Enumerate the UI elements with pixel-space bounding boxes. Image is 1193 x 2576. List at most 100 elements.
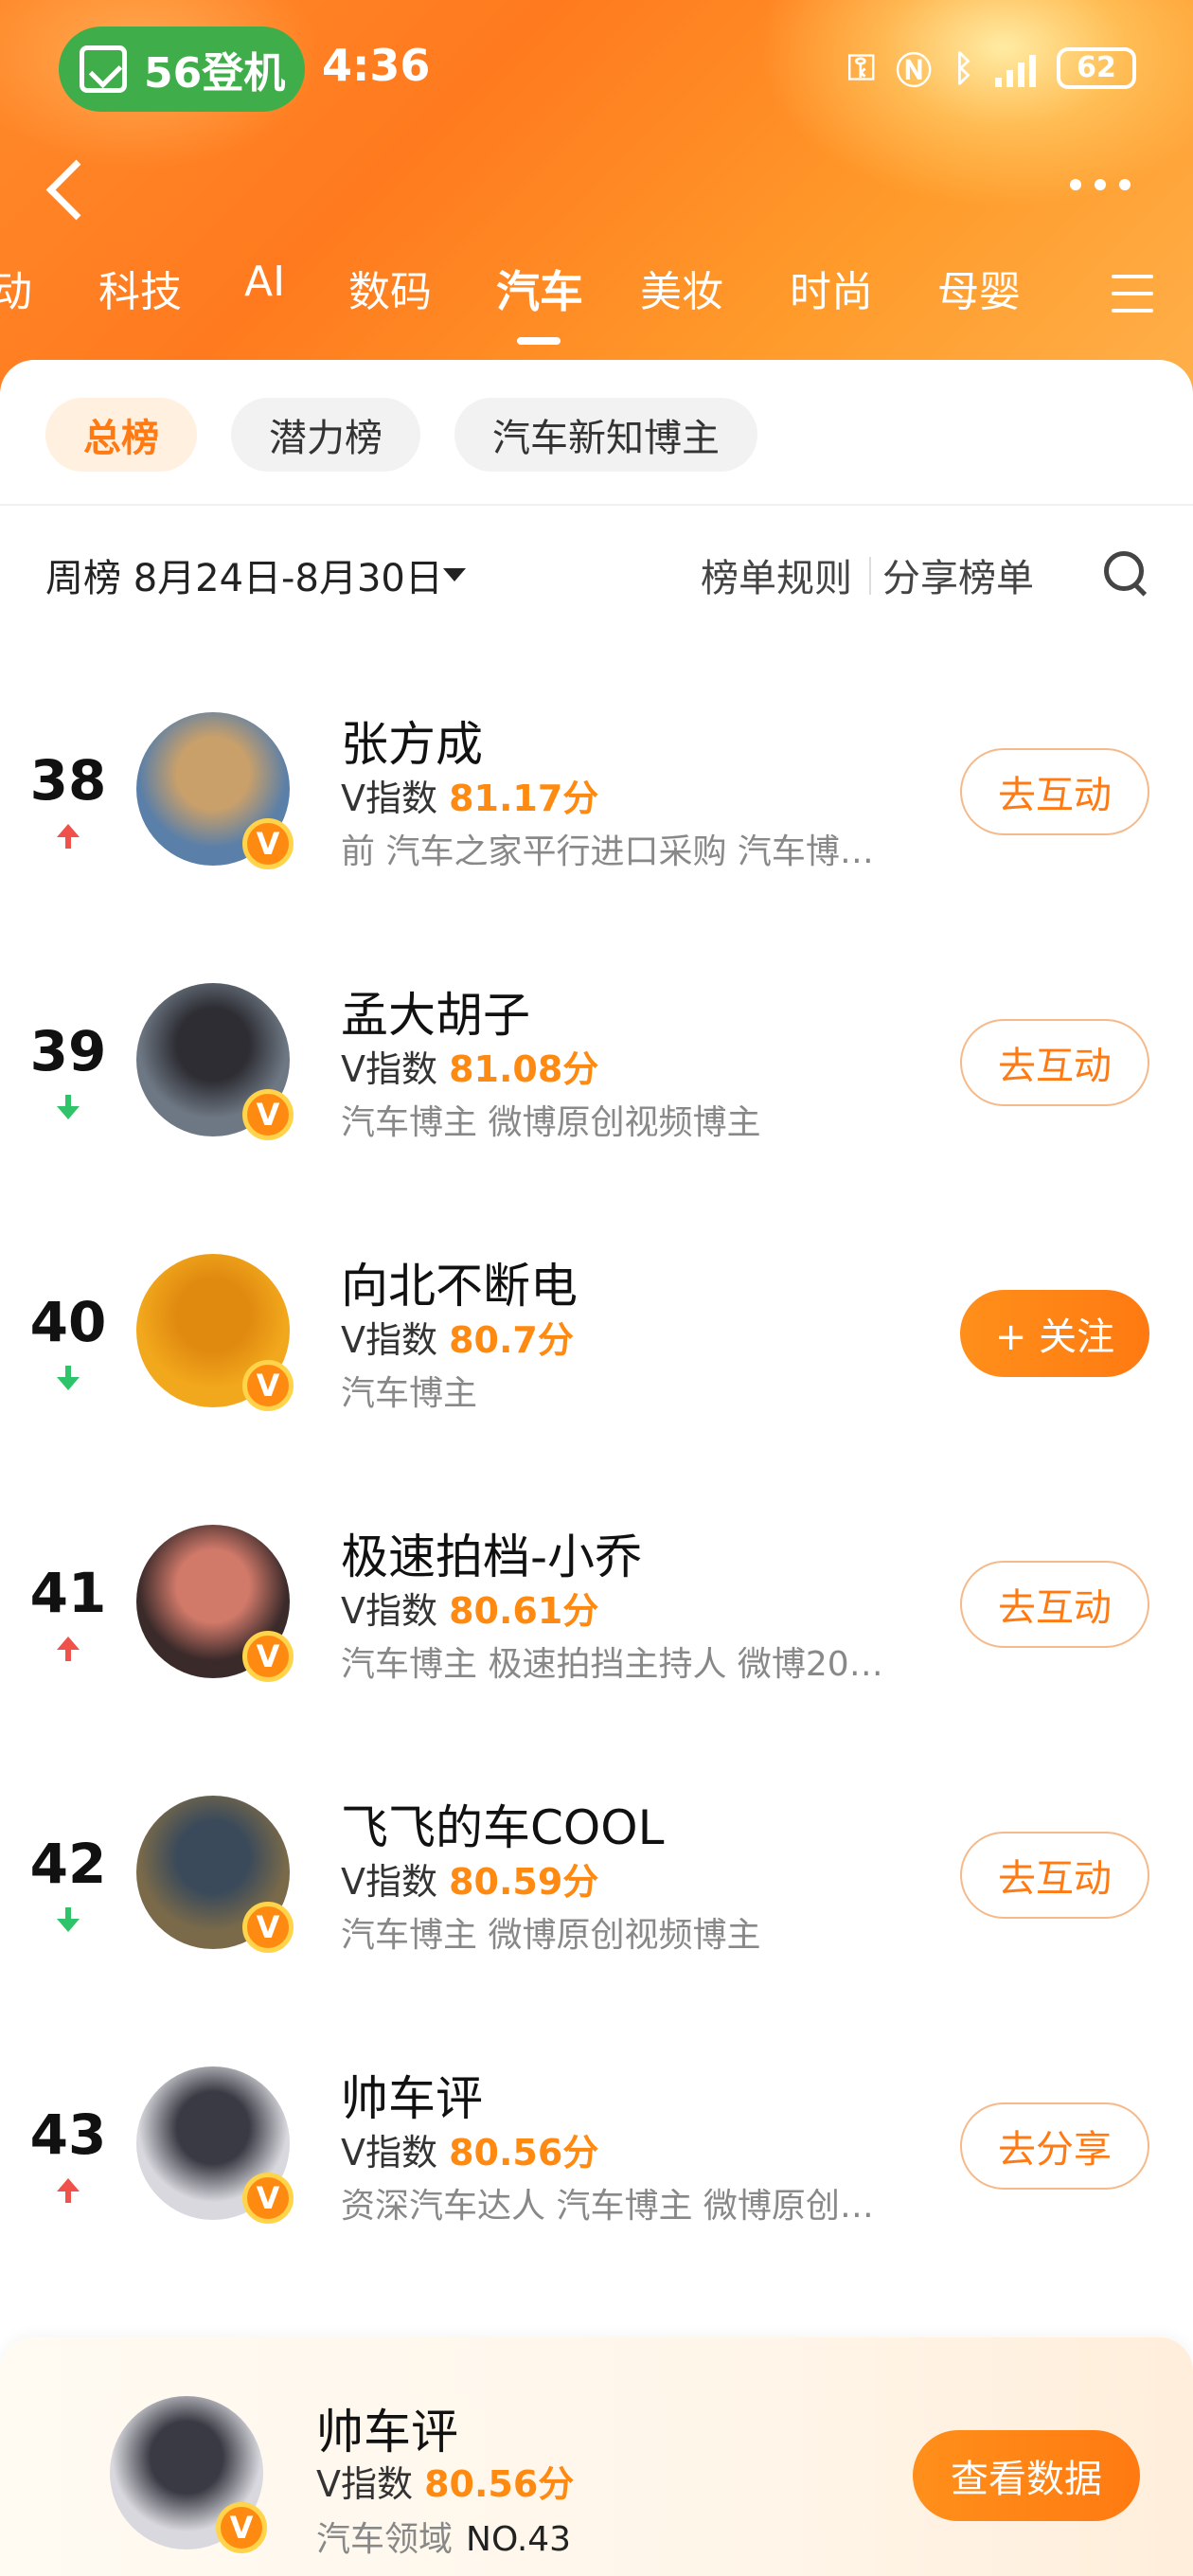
user-description: 汽车博主 微博原创视频博主 bbox=[341, 1916, 761, 1955]
user-name[interactable]: 张方成 bbox=[341, 707, 483, 775]
avatar[interactable]: V bbox=[136, 2066, 294, 2224]
verified-icon: V bbox=[242, 818, 294, 869]
back-icon[interactable] bbox=[38, 159, 95, 216]
tab-category[interactable]: 科技 bbox=[98, 258, 182, 318]
list-item[interactable]: 43 V 帅车评V指数 80.56分资深汽车达人 汽车博主 微博原创视频博主 去分享 bbox=[0, 2027, 1193, 2298]
v-index-score: 80.56分 bbox=[449, 2132, 599, 2174]
interact-button[interactable]: 去互动 bbox=[960, 1019, 1149, 1106]
status-icons: ⚿ Ⓝ ᛒ 62 bbox=[847, 42, 1136, 94]
verified-icon: V bbox=[242, 1089, 294, 1140]
interact-button[interactable]: 去互动 bbox=[960, 1832, 1149, 1919]
arrow-down-icon bbox=[57, 1095, 80, 1121]
user-description: 汽车博主 极速拍挡主持人 微博2023年度汽车博主 bbox=[341, 1645, 890, 1684]
avatar[interactable]: V bbox=[136, 1525, 294, 1682]
active-tab-indicator bbox=[517, 337, 561, 345]
list-item[interactable]: 39 V 孟大胡子 V指数 81.08分汽车博主 微博原创视频博主 去互动 bbox=[0, 943, 1193, 1214]
domain-label: 汽车领域 bbox=[316, 2520, 454, 2559]
sub-tab[interactable]: 总榜 bbox=[45, 398, 197, 472]
status-time: 4:36 bbox=[322, 40, 431, 91]
menu-icon[interactable] bbox=[1112, 275, 1153, 313]
v-index-score: 80.7分 bbox=[449, 1319, 574, 1361]
tab-category[interactable]: AI bbox=[244, 258, 285, 306]
arrow-up-icon bbox=[57, 1637, 80, 1663]
avatar[interactable]: V bbox=[136, 712, 294, 869]
list-item[interactable]: 40 V 向北不断电 V指数 80.7分汽车博主 + 关注 bbox=[0, 1214, 1193, 1485]
verified-icon: V bbox=[242, 2173, 294, 2224]
caret-down-icon[interactable] bbox=[443, 568, 466, 581]
v-index-score: 81.17分 bbox=[449, 778, 599, 819]
tab-category[interactable]: 汽车 bbox=[496, 258, 583, 320]
view-data-button[interactable]: 查看数据 bbox=[913, 2430, 1140, 2521]
user-name[interactable]: 帅车评 bbox=[341, 2061, 483, 2129]
v-index: V指数 80.59分 bbox=[341, 1852, 598, 1905]
verified-icon: V bbox=[242, 1360, 294, 1411]
list-item[interactable]: 42 V 飞飞的车COOL V指数 80.59分汽车博主 微博原创视频博主 去互动 bbox=[0, 1756, 1193, 2027]
interact-button[interactable]: 去互动 bbox=[960, 1561, 1149, 1648]
v-index-label: V指数 bbox=[341, 1861, 437, 1903]
user-description: 汽车博主 微博原创视频博主 bbox=[341, 1103, 761, 1142]
user-description: 资深汽车达人 汽车博主 微博原创视频博主 bbox=[341, 2187, 890, 2226]
avatar[interactable]: V bbox=[136, 1796, 294, 1953]
my-rank-card: V 帅车评 V指数 80.56分 汽车领域 NO.43 查看数据 bbox=[0, 2337, 1193, 2576]
rank-number: 40 bbox=[29, 1290, 107, 1354]
app-status-pill[interactable]: 56登机 bbox=[59, 27, 305, 112]
tab-category[interactable]: 母婴 bbox=[937, 258, 1021, 318]
rank-no: NO.43 bbox=[466, 2520, 572, 2559]
arrow-up-icon bbox=[57, 2178, 80, 2205]
my-domain-rank: 汽车领域 NO.43 bbox=[316, 2512, 571, 2561]
v-index: V指数 81.08分 bbox=[341, 1040, 598, 1092]
category-tabs: 动 科技 AI 数码 汽车 美妆 时尚 母婴 bbox=[0, 258, 1193, 343]
user-name[interactable]: 向北不断电 bbox=[341, 1248, 578, 1316]
search-icon[interactable] bbox=[1102, 549, 1148, 595]
divider bbox=[0, 504, 1193, 506]
list-item[interactable]: 41 V 极速拍档-小乔V指数 80.61分汽车博主 极速拍挡主持人 微博2023年… bbox=[0, 1485, 1193, 1756]
v-index-label: V指数 bbox=[341, 1590, 437, 1632]
rank-number: 41 bbox=[29, 1561, 107, 1625]
tab-category[interactable]: 时尚 bbox=[790, 258, 873, 318]
app-pill-label: 56登机 bbox=[144, 49, 286, 98]
follow-button[interactable]: + 关注 bbox=[960, 1290, 1149, 1377]
rank-number: 39 bbox=[29, 1019, 107, 1083]
my-v-index: V指数 80.56分 bbox=[316, 2455, 574, 2507]
user-description: 前 汽车之家平行进口采购 汽车博主 微博原创视频博主 bbox=[341, 832, 890, 871]
list-item[interactable]: 38 V 张方成V指数 81.17分前 汽车之家平行进口采购 汽车博主 微博原创视频… bbox=[0, 672, 1193, 943]
v-index-label: V指数 bbox=[341, 778, 437, 819]
v-index-score: 80.61分 bbox=[449, 1590, 599, 1632]
arrow-down-icon bbox=[57, 1907, 80, 1934]
interact-button[interactable]: 去互动 bbox=[960, 748, 1149, 835]
arrow-down-icon bbox=[57, 1366, 80, 1392]
week-selector[interactable]: 周榜 8月24日-8月30日 bbox=[45, 547, 443, 602]
avatar[interactable]: V bbox=[136, 983, 294, 1140]
share-link[interactable]: 分享榜单 bbox=[882, 547, 1034, 602]
tab-category[interactable]: 动 bbox=[0, 258, 32, 318]
user-name[interactable]: 孟大胡子 bbox=[341, 977, 530, 1046]
rules-link[interactable]: 榜单规则 bbox=[701, 547, 852, 602]
v-index: V指数 80.61分 bbox=[341, 1582, 598, 1634]
sub-tab[interactable]: 潜力榜 bbox=[231, 398, 420, 472]
avatar[interactable]: V bbox=[110, 2396, 267, 2553]
bluetooth-icon: ᛒ bbox=[953, 46, 974, 89]
v-index: V指数 80.56分 bbox=[341, 2123, 598, 2175]
verified-icon: V bbox=[242, 1631, 294, 1682]
tab-category[interactable]: 美妆 bbox=[640, 258, 723, 318]
key-icon: ⚿ bbox=[847, 46, 876, 88]
v-index-score: 80.59分 bbox=[449, 1861, 599, 1903]
rank-list: 38V张方成V指数 81.17分前 汽车之家平行进口采购 汽车博主 微博原创视频… bbox=[0, 672, 1193, 2298]
interact-button[interactable]: 去分享 bbox=[960, 2102, 1149, 2190]
v-index: V指数 80.7分 bbox=[341, 1311, 574, 1363]
user-name[interactable]: 飞飞的车COOL bbox=[341, 1790, 664, 1858]
user-name[interactable]: 极速拍档-小乔 bbox=[341, 1519, 642, 1587]
avatar[interactable]: V bbox=[136, 1254, 294, 1411]
v-index-score: 80.56分 bbox=[424, 2463, 575, 2505]
week-row: 周榜 8月24日-8月30日 榜单规则 分享榜单 bbox=[45, 547, 1148, 604]
rank-number: 42 bbox=[29, 1832, 107, 1896]
v-index-label: V指数 bbox=[341, 1319, 437, 1361]
user-description: 汽车博主 bbox=[341, 1374, 478, 1413]
rank-number: 43 bbox=[29, 2102, 107, 2167]
tab-category[interactable]: 数码 bbox=[348, 258, 432, 318]
verified-icon: V bbox=[242, 1902, 294, 1953]
v-index-label: V指数 bbox=[341, 1048, 437, 1090]
sub-tab[interactable]: 汽车新知博主 bbox=[454, 398, 757, 472]
more-icon[interactable] bbox=[1070, 170, 1146, 199]
my-name: 帅车评 bbox=[316, 2405, 458, 2460]
